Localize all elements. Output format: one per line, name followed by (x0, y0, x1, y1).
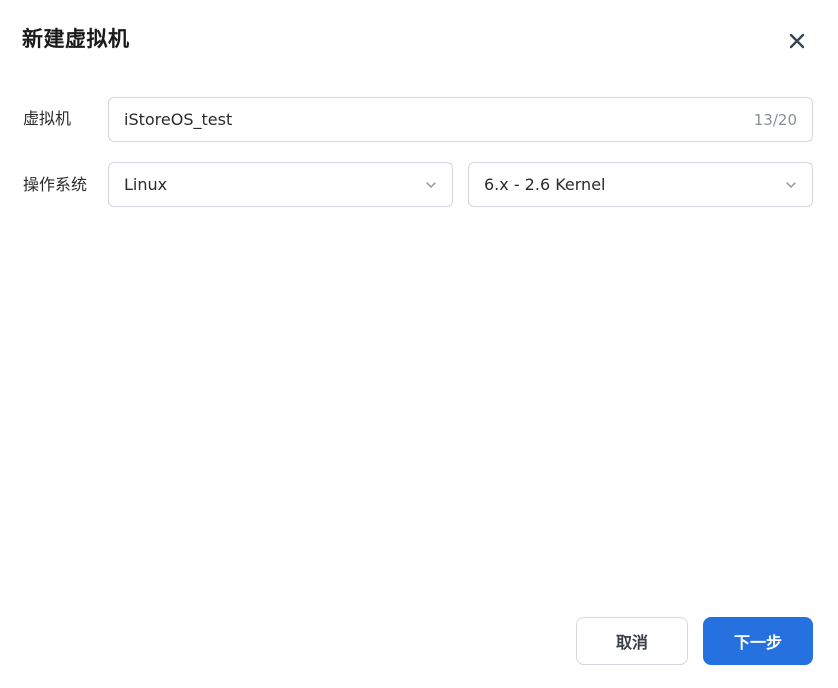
os-type-select[interactable]: Linux (108, 162, 453, 207)
os-label: 操作系统 (23, 175, 88, 194)
close-button[interactable] (782, 26, 812, 56)
next-button[interactable]: 下一步 (703, 617, 813, 665)
char-count: 13/20 (753, 110, 797, 129)
vm-name-field[interactable]: 13/20 (108, 97, 813, 142)
chevron-down-icon (426, 181, 436, 188)
cancel-button[interactable]: 取消 (576, 617, 688, 665)
vm-name-input[interactable] (124, 110, 746, 129)
kernel-version-select[interactable]: 6.x - 2.6 Kernel (468, 162, 813, 207)
chevron-down-icon (786, 181, 796, 188)
dialog-title: 新建虚拟机 (22, 27, 130, 51)
os-type-value: Linux (124, 175, 168, 194)
close-icon (789, 33, 805, 49)
vm-name-label: 虚拟机 (23, 109, 72, 128)
new-vm-dialog: 新建虚拟机 虚拟机 13/20 操作系统 Linux 6.x - 2.6 Ker… (0, 0, 838, 688)
kernel-version-value: 6.x - 2.6 Kernel (484, 175, 606, 194)
